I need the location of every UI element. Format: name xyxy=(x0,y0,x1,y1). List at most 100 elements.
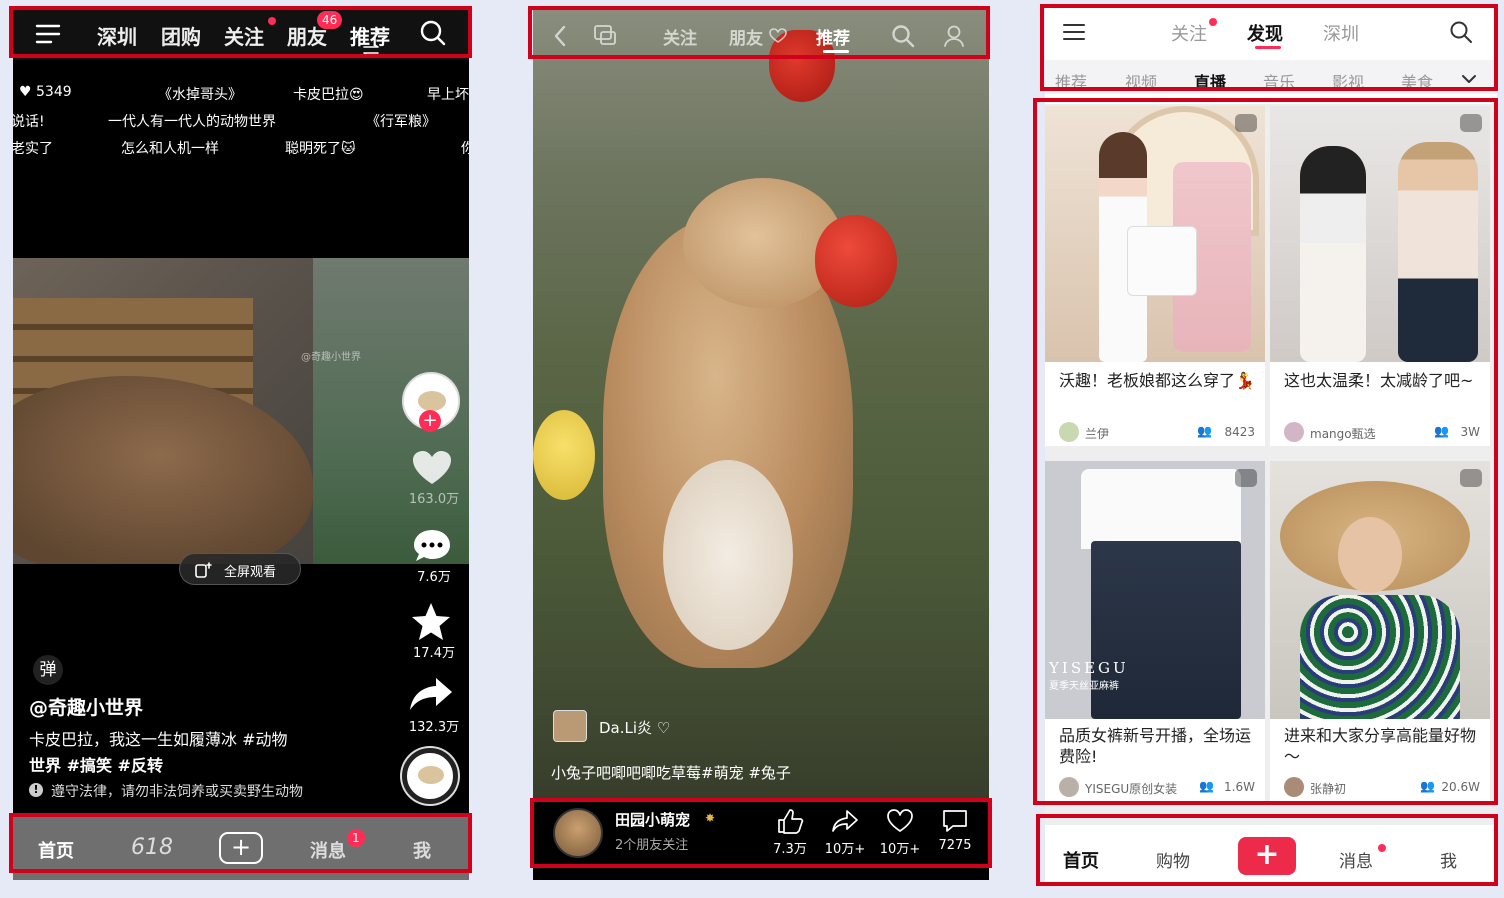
favorite-count: 17.4万 xyxy=(413,646,455,661)
bottom-nav: 首页 618 + 消息 1 我 xyxy=(13,815,469,880)
comment-action[interactable]: 7275 xyxy=(930,808,980,853)
card-title: 这也太温柔！太减龄了吧~ xyxy=(1284,371,1474,390)
tab-following[interactable]: 关注 xyxy=(1171,20,1207,46)
streamer-avatar xyxy=(1059,777,1079,797)
search-icon[interactable] xyxy=(419,19,447,47)
danmaku-item: 老实了 xyxy=(13,141,53,157)
tab-friends[interactable]: 朋友 xyxy=(729,24,763,49)
follow-plus-icon[interactable]: + xyxy=(419,410,441,432)
friends-heart-icon xyxy=(769,28,787,43)
cast-icon[interactable] xyxy=(593,24,617,46)
phone-screen-video-feed: 深圳 团购 关注 朋友 46 推荐 ♥ 5349 《水掉哥头》 卡皮巴拉😍 早上… xyxy=(13,10,469,880)
nav-me[interactable]: 我 xyxy=(1440,847,1457,872)
streamer-avatar xyxy=(1059,422,1079,442)
top-nav: 关注 朋友 推荐 xyxy=(533,10,989,60)
danmaku-item: 《行军粮》 xyxy=(366,114,436,130)
create-button[interactable]: + xyxy=(219,832,263,864)
danmaku-item: 你 xyxy=(461,141,469,157)
channel-name[interactable]: 田园小萌宠 xyxy=(615,809,690,830)
active-tab-underline xyxy=(823,50,849,53)
share-count: 10万+ xyxy=(824,842,866,857)
info-icon: ! xyxy=(29,783,43,797)
author-handle[interactable]: Da.Li炎 ♡ xyxy=(599,717,670,738)
favorite-count: 10万+ xyxy=(879,842,921,857)
danmaku-item: 怎么和人机一样 xyxy=(121,141,219,157)
avatar-face xyxy=(418,391,446,411)
like-action[interactable]: 7.3万 xyxy=(765,808,815,857)
tab-group-buy[interactable]: 团购 xyxy=(161,21,201,50)
channel-avatar[interactable] xyxy=(553,808,603,858)
nav-home[interactable]: 首页 xyxy=(38,837,74,863)
live-card[interactable]: YISEGU 夏季天丝亚麻裤 品质女裤新号开播，全场运费险! YISEGU原创女… xyxy=(1045,461,1265,801)
card-thumbnail: YISEGU 夏季天丝亚麻裤 xyxy=(1045,461,1265,719)
star-icon[interactable] xyxy=(410,602,452,642)
nav-618[interactable]: 618 xyxy=(131,835,173,860)
chevron-down-icon[interactable] xyxy=(1461,74,1477,84)
streamer-name[interactable]: 张静初 xyxy=(1310,780,1346,797)
music-disc[interactable] xyxy=(402,748,458,804)
streamer-name[interactable]: 兰伊 xyxy=(1085,425,1109,442)
fullscreen-button[interactable]: 全屏观看 xyxy=(179,553,301,585)
card-thumbnail xyxy=(1270,106,1490,362)
live-card[interactable]: 这也太温柔！太减龄了吧~ mango甄选 👥 3W xyxy=(1270,106,1490,446)
nav-messages[interactable]: 消息 xyxy=(310,837,346,863)
viewers-icon: 👥 xyxy=(1199,779,1214,793)
nav-shopping[interactable]: 购物 xyxy=(1156,847,1190,872)
search-icon[interactable] xyxy=(1449,20,1473,44)
card-thumbnail xyxy=(1045,106,1265,362)
heart-icon[interactable] xyxy=(411,450,453,486)
search-icon[interactable] xyxy=(891,24,915,48)
video-player[interactable]: @奇趣小世界 xyxy=(13,258,469,564)
floral-top xyxy=(1300,595,1460,719)
swap-icon xyxy=(363,44,379,56)
live-signal-icon xyxy=(1460,114,1482,132)
phone-screen-live-discover: 关注 发现 深圳 推荐 视频 直播 音乐 影视 美食 沃趣！老板娘都这么穿了💃 … xyxy=(1045,8,1497,883)
tab-shenzhen[interactable]: 深圳 xyxy=(1323,20,1359,46)
favorite-action[interactable]: 10万+ xyxy=(875,808,925,857)
host-figure-right xyxy=(1398,142,1478,362)
tab-shenzhen[interactable]: 深圳 xyxy=(97,21,137,50)
brand-overlay: YISEGU 夏季天丝亚麻裤 xyxy=(1049,659,1189,699)
share-action[interactable]: 10万+ xyxy=(820,808,870,857)
streamer-avatar xyxy=(1284,422,1304,442)
tab-discover[interactable]: 发现 xyxy=(1247,20,1283,46)
tab-following[interactable]: 关注 xyxy=(224,21,264,50)
streamer-name[interactable]: mango甄选 xyxy=(1310,425,1376,442)
create-button[interactable]: + xyxy=(1238,837,1296,875)
category-music[interactable]: 音乐 xyxy=(1263,69,1295,93)
viewer-count: 1.6W xyxy=(1224,780,1255,794)
tab-recommend[interactable]: 推荐 xyxy=(816,24,850,49)
live-card[interactable]: 沃趣！老板娘都这么穿了💃 兰伊 👥 8423 xyxy=(1045,106,1265,446)
category-video[interactable]: 视频 xyxy=(1125,69,1157,93)
nav-messages[interactable]: 消息 xyxy=(1339,847,1373,872)
caption-line: 卡皮巴拉，我这一生如履薄冰 #动物 xyxy=(29,730,288,749)
profile-icon[interactable] xyxy=(943,24,965,48)
viewers-icon: 👥 xyxy=(1420,779,1435,793)
danmu-toggle[interactable]: 弹 xyxy=(33,655,63,685)
menu-icon[interactable] xyxy=(35,23,61,45)
card-title: 品质女裤新号开播，全场运费险! xyxy=(1059,726,1252,766)
category-food[interactable]: 美食 xyxy=(1401,69,1433,93)
nav-home[interactable]: 首页 xyxy=(1063,847,1099,873)
nav-me[interactable]: 我 xyxy=(413,837,431,863)
brand-name: YISEGU xyxy=(1049,659,1129,677)
comment-icon[interactable] xyxy=(412,528,452,564)
friends-badge: 46 xyxy=(317,11,343,29)
share-icon[interactable] xyxy=(408,676,454,712)
caption-line: 世界 #搞笑 #反转 xyxy=(29,756,163,775)
back-icon[interactable] xyxy=(553,25,567,47)
card-title: 进来和大家分享高能量好物～ xyxy=(1284,726,1477,766)
category-recommend[interactable]: 推荐 xyxy=(1055,69,1087,93)
menu-icon[interactable] xyxy=(1062,22,1086,42)
tab-following[interactable]: 关注 xyxy=(663,24,697,49)
streamer-name[interactable]: YISEGU原创女装 xyxy=(1085,780,1177,797)
live-card[interactable]: 进来和大家分享高能量好物～ 张静初 👥 20.6W xyxy=(1270,461,1490,801)
category-film[interactable]: 影视 xyxy=(1332,69,1364,93)
danmaku-item: ♥ 5349 xyxy=(19,84,72,100)
author-name[interactable]: @奇趣小世界 xyxy=(29,693,143,720)
viewers-icon: 👥 xyxy=(1197,424,1212,438)
author-avatar-small[interactable] xyxy=(553,710,587,742)
fullscreen-label: 全屏观看 xyxy=(224,565,277,580)
verified-badge-icon: ✸ xyxy=(705,811,716,825)
category-live[interactable]: 直播 xyxy=(1194,69,1226,93)
